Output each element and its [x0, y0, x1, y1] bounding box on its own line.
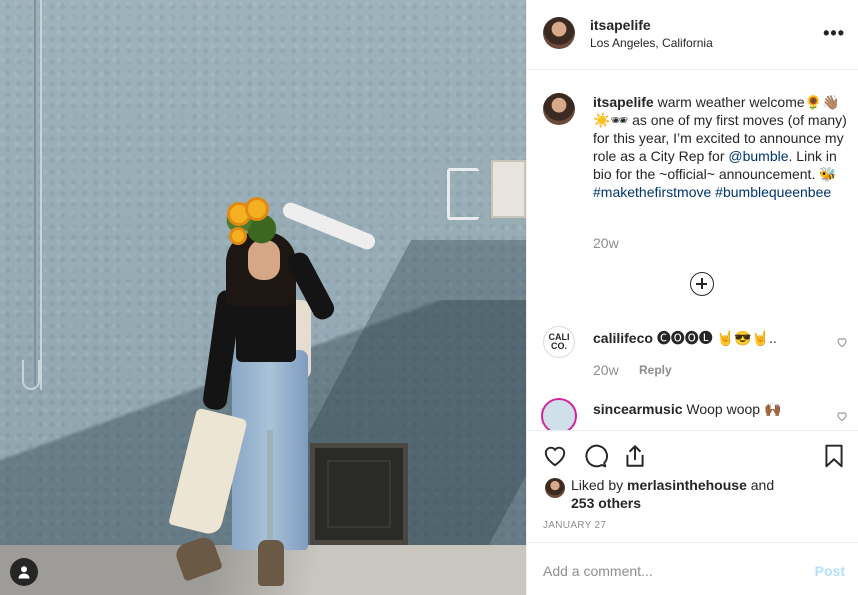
share-upload-icon[interactable] — [622, 443, 648, 469]
commenter-avatar-story-ring[interactable] — [541, 398, 577, 434]
post-actions: Liked by merlasinthehouse and 253 others… — [527, 430, 858, 542]
load-more-comments-icon[interactable] — [690, 272, 714, 296]
post-side-panel: itsapelife Los Angeles, California ••• i… — [526, 0, 858, 595]
caption-timestamp[interactable]: 20w — [593, 235, 619, 251]
sunflower — [232, 230, 244, 242]
post-photo[interactable] — [0, 0, 526, 595]
liker-username[interactable]: merlasinthehouse — [627, 477, 747, 493]
wall-bracket — [447, 168, 479, 220]
comment: sincearmusic Woop woop 🙌🏾 — [593, 401, 781, 418]
post-caption: itsapelife warm weather welcome🌻👋🏽☀️🕶 as… — [593, 93, 847, 201]
author-username[interactable]: itsapelife — [590, 17, 651, 33]
more-options-icon[interactable]: ••• — [823, 24, 845, 42]
post-date[interactable]: JANUARY 27 — [543, 520, 606, 531]
hashtag-link[interactable]: #makethefirstmove — [593, 184, 711, 200]
wall-pipe — [34, 0, 42, 390]
boot-right — [258, 540, 284, 586]
wall-pipe-hook — [22, 360, 40, 390]
sunflower — [248, 200, 266, 218]
commenter-avatar-logo: CALI CO. — [548, 332, 570, 351]
mention-link[interactable]: @bumble — [728, 148, 788, 164]
comment-text: 🅒🅞🅞🅛 🤘😎🤘.. — [656, 330, 777, 346]
caption-author-avatar[interactable] — [543, 93, 575, 125]
comment-text: Woop woop 🙌🏾 — [686, 401, 782, 417]
hashtag-link[interactable]: #bumblequeenbee — [715, 184, 831, 200]
comment-like-heart-icon[interactable] — [836, 410, 848, 422]
liker-avatar[interactable] — [545, 478, 565, 498]
add-comment-bar: Post — [527, 542, 858, 595]
post-header: itsapelife Los Angeles, California ••• — [527, 0, 858, 70]
comment-input[interactable] — [543, 561, 793, 581]
sunflower — [230, 205, 248, 223]
leg-gap — [267, 430, 273, 550]
comment-like-heart-icon[interactable] — [836, 336, 848, 348]
commenter-avatar[interactable]: CALI CO. — [543, 326, 575, 358]
comment: calilifeco 🅒🅞🅞🅛 🤘😎🤘.. — [593, 328, 833, 348]
post-comment-button[interactable]: Post — [815, 563, 845, 579]
comment-username[interactable]: calilifeco — [593, 330, 653, 346]
comment-timestamp[interactable]: 20w — [593, 362, 619, 378]
comment-bubble-icon[interactable] — [582, 443, 608, 469]
wall-plate — [491, 160, 526, 218]
person-tag-icon[interactable] — [10, 558, 38, 586]
comment-username[interactable]: sincearmusic — [593, 401, 683, 417]
author-avatar[interactable] — [543, 17, 575, 49]
post-location[interactable]: Los Angeles, California — [590, 36, 713, 50]
likes-prefix: Liked by — [571, 477, 628, 493]
vent-grate — [327, 460, 391, 528]
person-silhouette-icon — [18, 566, 30, 579]
save-bookmark-icon[interactable] — [821, 443, 847, 469]
likes-middle: and — [746, 477, 775, 493]
likes-summary: Liked by merlasinthehouse and 253 others — [571, 476, 821, 512]
wall-vent — [310, 443, 408, 545]
likes-count[interactable]: 253 others — [571, 495, 641, 511]
instagram-post-modal: itsapelife Los Angeles, California ••• i… — [0, 0, 858, 595]
reply-button[interactable]: Reply — [639, 363, 672, 377]
caption-username[interactable]: itsapelife — [593, 94, 654, 110]
like-heart-icon[interactable] — [542, 443, 568, 469]
